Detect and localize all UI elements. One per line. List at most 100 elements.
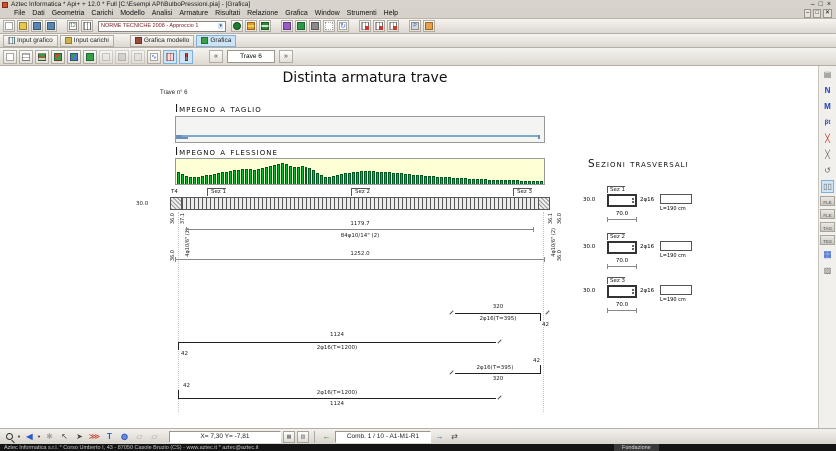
table-icon[interactable] bbox=[81, 20, 93, 32]
tag-button[interactable]: TAG bbox=[820, 222, 835, 232]
menu-strumenti[interactable]: Strumenti bbox=[347, 10, 377, 17]
flessione-bar bbox=[257, 169, 260, 185]
matrix-clear-icon[interactable] bbox=[387, 20, 399, 32]
cut-red-icon[interactable]: ╳ bbox=[821, 132, 834, 145]
tab-grafica-modello[interactable]: Grafica modello bbox=[130, 35, 195, 47]
print-layout-icon[interactable]: P bbox=[409, 20, 421, 32]
current-view-tab[interactable]: Trave 6 bbox=[227, 50, 275, 63]
fast-redraw-icon[interactable]: ➤ bbox=[73, 430, 86, 443]
materials-icon[interactable] bbox=[245, 20, 257, 32]
menu-dati[interactable]: Dati bbox=[32, 10, 44, 17]
flessione-bar bbox=[452, 178, 455, 185]
maximize-button[interactable]: □ bbox=[819, 1, 823, 9]
paste-icon[interactable] bbox=[423, 20, 435, 32]
select-region-icon[interactable] bbox=[323, 20, 335, 32]
sections-view-icon[interactable]: ▯▯ bbox=[821, 180, 834, 193]
flessione-bar bbox=[249, 169, 252, 184]
run-analysis-icon[interactable] bbox=[231, 20, 243, 32]
flessione-bar bbox=[500, 180, 503, 184]
fle-bottom-button[interactable]: FLE bbox=[820, 209, 835, 219]
mdi-minimize-button[interactable]: – bbox=[804, 9, 811, 18]
fle-top-button[interactable]: FLE bbox=[820, 196, 835, 206]
mdi-restore-button[interactable]: □ bbox=[813, 9, 821, 18]
map-terrain-icon[interactable] bbox=[67, 50, 81, 64]
menu-file[interactable]: File bbox=[14, 10, 25, 17]
flessione-bar bbox=[197, 177, 200, 185]
green-view-icon[interactable] bbox=[83, 50, 97, 64]
mdi-close-button[interactable]: ✕ bbox=[823, 9, 832, 18]
axial-force-icon[interactable]: N bbox=[821, 84, 834, 97]
section-name: Sez 3 bbox=[607, 277, 625, 284]
open-file-icon[interactable] bbox=[17, 20, 29, 32]
prev-combination-button[interactable]: ← bbox=[320, 430, 333, 443]
flessione-bar bbox=[328, 177, 331, 184]
flessione-bar bbox=[320, 175, 323, 184]
menu-risultati[interactable]: Risultati bbox=[215, 10, 240, 17]
grid-view-icon[interactable] bbox=[19, 50, 33, 64]
next-view-button[interactable]: » bbox=[279, 50, 293, 63]
layers-icon[interactable] bbox=[35, 50, 49, 64]
next-combination-button[interactable]: → bbox=[433, 430, 446, 443]
menu-carichi[interactable]: Carichi bbox=[91, 10, 113, 17]
lasso-icon[interactable]: ↺ bbox=[821, 164, 834, 177]
matrix-delete-icon[interactable] bbox=[359, 20, 371, 32]
tab-input-carichi[interactable]: Input carichi bbox=[60, 35, 114, 47]
menu-help[interactable]: Help bbox=[384, 10, 398, 17]
select-cursor-icon[interactable]: ↖ bbox=[58, 430, 71, 443]
tab-grafica[interactable]: Grafica bbox=[196, 35, 236, 47]
units-icon[interactable]: 12 bbox=[67, 20, 79, 32]
flessione-bar bbox=[472, 179, 475, 184]
menu-modello[interactable]: Modello bbox=[120, 10, 145, 17]
misc-gray-icon[interactable]: ▨ bbox=[821, 264, 834, 277]
spline-icon[interactable]: ∿ bbox=[147, 50, 161, 64]
bar4-hook bbox=[178, 390, 179, 398]
grid-toggle-2[interactable]: ▥ bbox=[297, 431, 309, 443]
view-back-icon[interactable]: ◀ bbox=[23, 430, 36, 443]
map-colors-icon[interactable] bbox=[51, 50, 65, 64]
prev-view-button[interactable]: « bbox=[209, 50, 223, 63]
tes-button[interactable]: TES bbox=[820, 235, 835, 245]
save-all-icon[interactable] bbox=[45, 20, 57, 32]
tab-input-grafico[interactable]: Input grafico bbox=[3, 35, 58, 47]
combination-readout: Comb. 1 / 10 - A1-M1-R1 bbox=[335, 431, 431, 443]
zoom-dropdown-icon[interactable]: ▼ bbox=[17, 434, 21, 439]
wizard-icon[interactable] bbox=[281, 20, 293, 32]
menu-grafica[interactable]: Grafica bbox=[285, 10, 308, 17]
refresh-icon[interactable]: ↻ bbox=[337, 20, 349, 32]
new-file-icon[interactable] bbox=[3, 20, 15, 32]
matrix-edit-icon[interactable] bbox=[373, 20, 385, 32]
menu-analisi[interactable]: Analisi bbox=[152, 10, 173, 17]
flags-icon[interactable]: ⋙ bbox=[88, 430, 101, 443]
close-button[interactable]: × bbox=[827, 1, 831, 9]
menu-window[interactable]: Window bbox=[315, 10, 340, 17]
export-dxf-icon[interactable]: ⇄ bbox=[448, 430, 461, 443]
minimize-button[interactable]: – bbox=[811, 1, 815, 9]
drawing-canvas[interactable]: Distinta armatura trave Trave n° 6 Impeg… bbox=[0, 66, 818, 428]
zoom-icon[interactable] bbox=[3, 430, 16, 443]
cut-icon[interactable]: ╳ bbox=[821, 148, 834, 161]
menu-geometria[interactable]: Geometria bbox=[52, 10, 85, 17]
grid-toggle-1[interactable]: ▦ bbox=[283, 431, 295, 443]
left-guide-line bbox=[178, 212, 179, 412]
armature-table-icon[interactable] bbox=[163, 50, 177, 64]
flessione-bar bbox=[360, 171, 363, 184]
text-tool-icon[interactable]: T bbox=[103, 430, 116, 443]
sound-icon[interactable] bbox=[309, 20, 321, 32]
mesh-icon[interactable] bbox=[259, 20, 271, 32]
save-icon[interactable] bbox=[31, 20, 43, 32]
model-view-icon[interactable] bbox=[295, 20, 307, 32]
print-icon[interactable]: ▤ bbox=[821, 68, 834, 81]
flessione-bar bbox=[348, 173, 351, 185]
view-back-dropdown-icon[interactable]: ▼ bbox=[37, 434, 41, 439]
pole-section-icon[interactable] bbox=[179, 50, 193, 64]
beta-t-icon[interactable]: βt bbox=[821, 116, 834, 129]
table-blue-icon[interactable]: ▦ bbox=[821, 248, 834, 261]
page-2-icon: ▱ bbox=[148, 430, 161, 443]
flessione-bar bbox=[312, 170, 315, 184]
blank-view-icon[interactable] bbox=[3, 50, 17, 64]
norme-dropdown[interactable]: NORME TECNICHE 2008 - Approccio 1 ▾ bbox=[98, 21, 226, 32]
menu-relazione[interactable]: Relazione bbox=[247, 10, 278, 17]
menu-armature[interactable]: Armature bbox=[179, 10, 208, 17]
globe-icon[interactable]: ◍ bbox=[118, 430, 131, 443]
moment-icon[interactable]: M bbox=[821, 100, 834, 113]
